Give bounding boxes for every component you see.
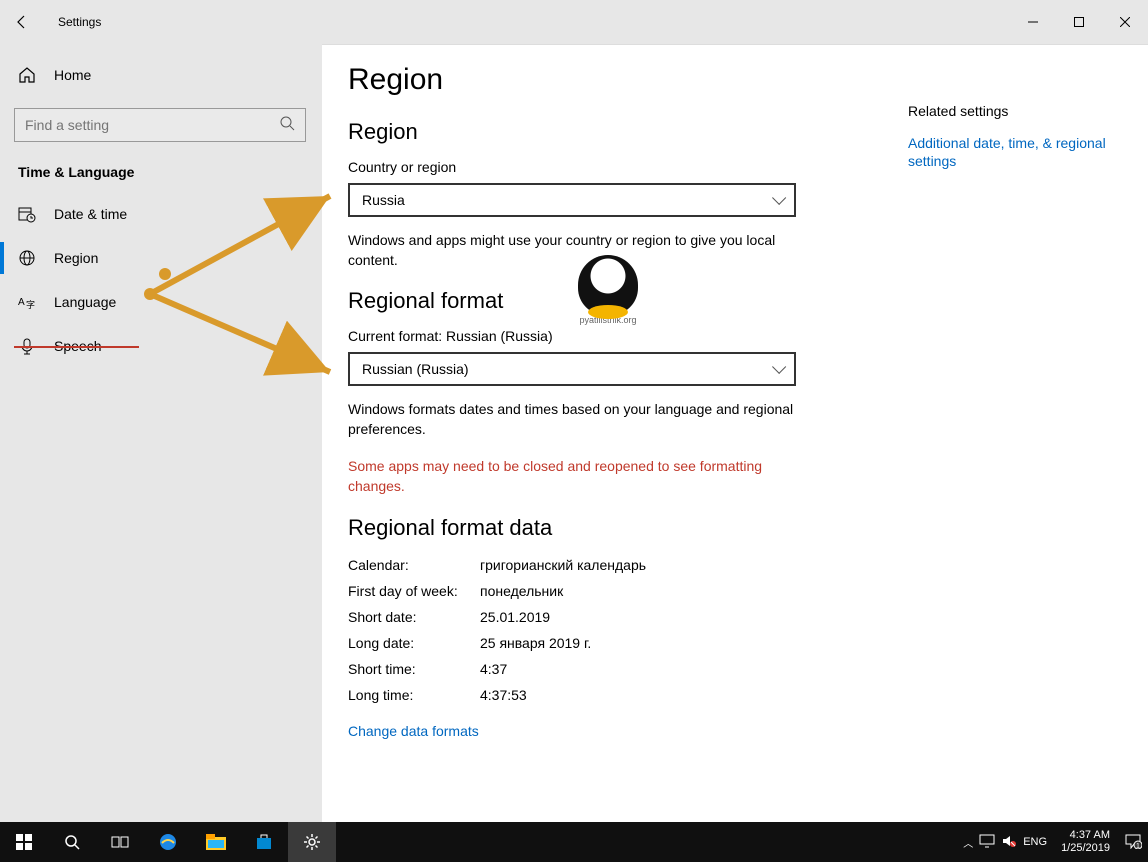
search-icon [279,115,295,136]
taskbar: ︿ ENG 4:37 AM 1/25/2019 1 [0,822,1148,862]
search-input[interactable] [25,117,279,133]
language-icon: A字 [18,293,36,311]
category-header: Time & Language [0,142,322,192]
tray-clock[interactable]: 4:37 AM 1/25/2019 [1053,829,1118,855]
longtime-value: 4:37:53 [480,685,856,705]
format-warning: Some apps may need to be closed and reop… [348,457,796,496]
calendar-clock-icon [18,205,36,223]
format-desc: Windows formats dates and times based on… [348,400,796,439]
system-tray[interactable]: ︿ ENG 4:37 AM 1/25/2019 1 [963,829,1148,855]
start-button[interactable] [0,822,48,862]
change-formats-link[interactable]: Change data formats [348,723,856,739]
file-explorer-icon[interactable] [192,822,240,862]
ie-icon[interactable] [144,822,192,862]
action-center-icon[interactable]: 1 [1124,833,1142,852]
calendar-label: Calendar: [348,555,480,575]
country-dropdown[interactable]: Russia [348,183,796,217]
nav-label: Region [54,250,98,266]
related-settings: Related settings Additional date, time, … [882,45,1142,822]
longdate-label: Long date: [348,633,480,653]
longtime-label: Long time: [348,685,480,705]
related-link[interactable]: Additional date, time, & regional settin… [908,135,1106,169]
nav-region[interactable]: Region [0,236,322,280]
settings-taskbar-icon[interactable] [288,822,336,862]
calendar-value: григорианский календарь [480,555,856,575]
close-button[interactable] [1102,6,1148,38]
format-value: Russian (Russia) [362,361,469,377]
tray-date: 1/25/2019 [1061,842,1110,855]
format-dropdown[interactable]: Russian (Russia) [348,352,796,386]
watermark: pyatilistnik.org [558,240,658,340]
chevron-down-icon [772,191,786,205]
window-title: Settings [44,15,101,29]
svg-text:字: 字 [26,299,35,310]
longdate-value: 25 января 2019 г. [480,633,856,653]
back-button[interactable] [0,0,44,44]
task-view-button[interactable] [96,822,144,862]
home-nav[interactable]: Home [0,56,322,94]
store-icon[interactable] [240,822,288,862]
shortdate-value: 25.01.2019 [480,607,856,627]
search-button[interactable] [48,822,96,862]
tray-time: 4:37 AM [1061,829,1110,842]
maximize-button[interactable] [1056,6,1102,38]
section-region-header: Region [348,119,856,145]
nav-label: Date & time [54,206,127,222]
sidebar: Home Time & Language Date & time Region … [0,44,322,822]
minimize-button[interactable] [1010,6,1056,38]
chevron-down-icon [772,360,786,374]
page-title: Region [348,63,856,97]
country-value: Russia [362,192,405,208]
svg-text:1: 1 [1136,843,1140,849]
format-data-table: Calendar: григорианский календарь First … [348,555,856,705]
related-title: Related settings [908,103,1116,119]
country-label: Country or region [348,159,856,175]
tray-display-icon[interactable] [979,834,995,851]
globe-icon [18,249,36,267]
section-data-header: Regional format data [348,515,856,541]
firstday-label: First day of week: [348,581,480,601]
tray-volume-icon[interactable] [1001,834,1017,851]
shorttime-value: 4:37 [480,659,856,679]
tray-chevron-icon[interactable]: ︿ [963,835,973,850]
home-label: Home [54,67,91,83]
firstday-value: понедельник [480,581,856,601]
svg-text:A: A [18,297,25,308]
search-box[interactable] [14,108,306,142]
titlebar: Settings [0,0,1148,44]
shortdate-label: Short date: [348,607,480,627]
nav-language[interactable]: A字 Language [0,280,322,324]
nav-date-time[interactable]: Date & time [0,192,322,236]
annotation-underline [14,346,139,348]
tray-lang[interactable]: ENG [1023,836,1047,848]
shorttime-label: Short time: [348,659,480,679]
main-content: Region Region Country or region Russia W… [322,44,1148,822]
home-icon [18,66,36,84]
nav-label: Language [54,294,116,310]
